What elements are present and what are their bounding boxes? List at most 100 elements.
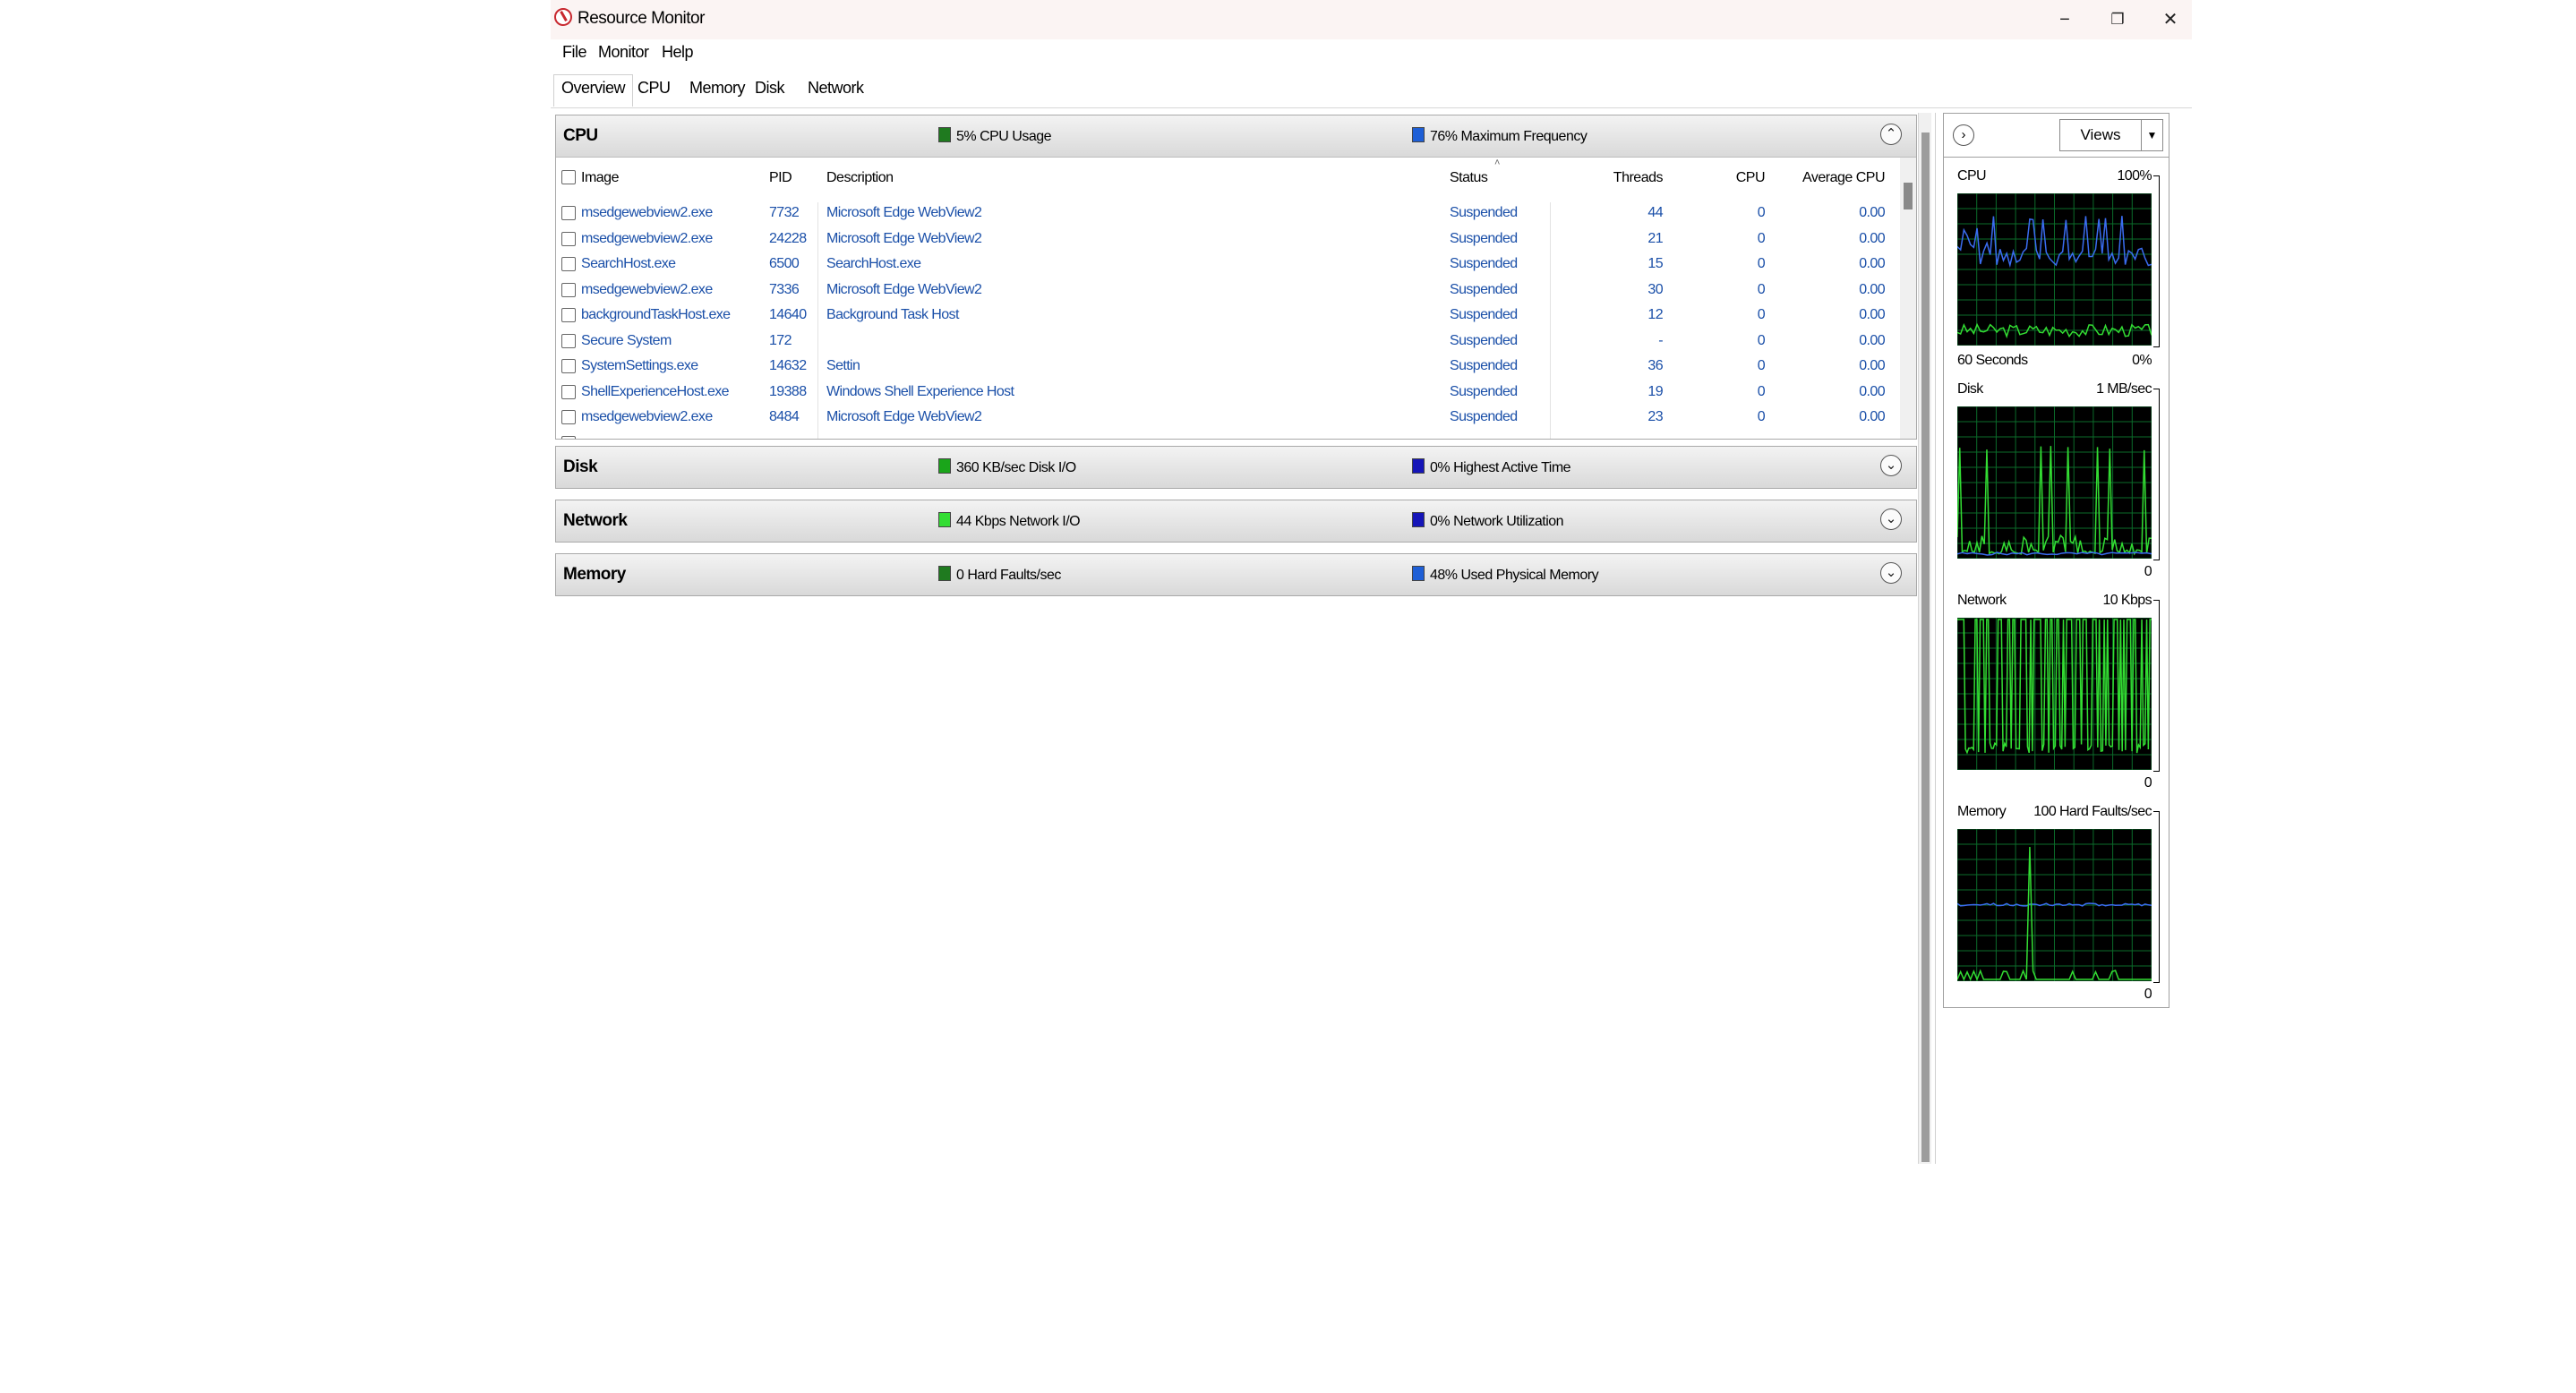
cpu-usage-text: 5% CPU Usage [956,129,1052,144]
table-row[interactable]: msedgewebview2.exe 7336 Microsoft Edge Web… [556,279,1899,304]
row-checkbox[interactable] [561,359,576,373]
average-cpu-cell: 0.00 [1859,205,1885,220]
status-cell: Suspended [1450,205,1518,220]
disk-graph-max: 1 MB/sec [2096,381,2152,397]
table-row[interactable]: backgroundTaskHost.exe 14640 Background Ta… [556,304,1899,329]
resource-monitor-app-icon [554,8,572,26]
threads-cell: 15 [1647,256,1663,271]
disk-io-swatch [938,458,951,474]
menu-file[interactable]: File [562,43,587,62]
cpu-cell: 0 [1757,230,1766,246]
column-header-image[interactable]: Image [581,170,619,186]
column-header-pid[interactable]: PID [769,170,792,186]
select-all-checkbox[interactable] [561,170,576,184]
cpu-graph-time-span: 60 Seconds [1957,353,2028,368]
disk-io-stat: 360 KB/sec Disk I/O [938,458,1076,476]
table-row[interactable]: ShellExperienceHost.exe 19388 Windows Shel… [556,381,1899,406]
cpu-table-scrollbar[interactable] [1900,158,1916,439]
disk-expand-chevron-icon[interactable]: ⌄ [1880,455,1902,476]
tab-cpu[interactable]: CPU [638,79,671,98]
views-dropdown-icon[interactable]: ▼ [2142,119,2163,151]
tab-network[interactable]: Network [808,79,864,98]
menu-monitor[interactable]: Monitor [598,43,649,62]
cpu-section: CPU 5% CPU Usage 76% Maximum Frequency ⌃… [555,115,1917,440]
cpu-collapse-chevron-icon[interactable]: ⌃ [1880,124,1902,145]
memory-section: Memory 0 Hard Faults/sec 48% Used Physic… [555,553,1917,596]
disk-section-header[interactable]: Disk 360 KB/sec Disk I/O 0% Highest Acti… [556,447,1916,488]
pid-cell: 14632 [769,358,807,373]
row-checkbox[interactable] [561,333,576,348]
row-checkbox[interactable] [561,206,576,220]
average-cpu-cell: 0.00 [1859,409,1885,424]
table-row[interactable]: SearchHost.exe 6500 SearchHost.exe Suspende… [556,253,1899,278]
column-header-cpu[interactable]: CPU [1711,170,1766,186]
tab-memory[interactable]: Memory [689,79,746,98]
network-io-swatch [938,512,951,527]
tab-disk[interactable]: Disk [755,79,785,98]
memory-section-header[interactable]: Memory 0 Hard Faults/sec 48% Used Physic… [556,554,1916,595]
cpu-graph [1957,193,2152,346]
row-checkbox[interactable] [561,257,576,271]
column-header-average-cpu[interactable]: Average CPU [1783,170,1886,186]
network-graph-min: 0 [2144,775,2152,791]
memory-graph-plot [1957,829,2152,981]
collapse-pane-arrow-icon[interactable]: › [1953,124,1974,146]
cpu-usage-stat: 5% CPU Usage [938,127,1052,145]
table-row[interactable]: msedgewebview2.exe 7732 Microsoft Edge Web… [556,202,1899,227]
menu-help[interactable]: Help [662,43,694,62]
cpu-table-scroll-thumb[interactable] [1904,183,1913,209]
cpu-frequency-stat: 76% Maximum Frequency [1412,127,1588,145]
physical-memory-swatch [1412,566,1425,581]
close-button[interactable]: ✕ [2152,5,2188,34]
minimize-button[interactable]: − [2047,5,2083,34]
restore-button[interactable]: ❐ [2100,5,2135,34]
table-row[interactable]: Secure System 172 Suspended - 0 0.00 [556,330,1899,355]
sort-ascending-icon: ˄ [1494,158,1501,168]
disk-graph-min: 0 [2144,564,2152,579]
disk-graph-plot [1957,406,2152,559]
table-row[interactable]: msedgewebview2.exe 8484 Microsoft Edge Web… [556,406,1899,432]
views-button[interactable]: Views [2059,119,2142,151]
table-row-partial[interactable] [556,432,1899,439]
status-cell: Suspended [1450,281,1518,297]
table-row[interactable]: msedgewebview2.exe 24228 Microsoft Edge We… [556,228,1899,253]
row-checkbox[interactable] [561,384,576,399]
pid-cell: 8484 [769,409,800,424]
table-row[interactable]: SystemSettings.exe 14632 Settin Suspended 36… [556,355,1899,380]
cpu-usage-swatch [938,127,951,142]
average-cpu-cell: 0.00 [1859,281,1885,297]
tab-overview[interactable]: Overview [553,74,634,107]
disk-active-time-swatch [1412,458,1425,474]
threads-cell: 21 [1647,230,1663,246]
network-expand-chevron-icon[interactable]: ⌄ [1880,508,1902,530]
pane-splitter[interactable] [1935,113,1936,1164]
pid-cell: 24228 [769,230,807,246]
threads-cell: 23 [1647,409,1663,424]
row-checkbox[interactable] [561,435,576,439]
column-header-description[interactable]: Description [826,170,894,186]
network-utilization-stat: 0% Network Utilization [1412,512,1564,530]
cpu-frequency-swatch [1412,127,1425,142]
cpu-section-header[interactable]: CPU 5% CPU Usage 76% Maximum Frequency ⌃ [556,115,1916,158]
row-checkbox[interactable] [561,410,576,424]
main-scrollbar[interactable] [1918,113,1931,1164]
status-cell: Suspended [1450,307,1518,322]
graph-pane: › Views ▼ CPU 100% 60 Seconds 0% Disk 1 … [1943,113,2169,1008]
column-header-threads[interactable]: Threads [1586,170,1664,186]
network-section-header[interactable]: Network 44 Kbps Network I/O 0% Network U… [556,500,1916,542]
threads-cell: 19 [1647,383,1663,399]
memory-section-title: Memory [563,565,626,584]
physical-memory-stat: 48% Used Physical Memory [1412,566,1599,584]
disk-active-time-stat: 0% Highest Active Time [1412,458,1571,476]
main-scroll-thumb[interactable] [1921,132,1930,1162]
image-cell: backgroundTaskHost.exe [581,307,731,322]
row-checkbox[interactable] [561,231,576,246]
cpu-cell: 0 [1757,383,1766,399]
description-cell: Windows Shell Experience Host [826,383,1014,399]
row-checkbox[interactable] [561,308,576,322]
threads-cell: 30 [1647,281,1663,297]
memory-expand-chevron-icon[interactable]: ⌄ [1880,562,1902,584]
row-checkbox[interactable] [561,282,576,297]
tab-strip: Overview CPU Memory Disk Network [551,66,2192,108]
column-header-status[interactable]: Status [1450,170,1488,186]
